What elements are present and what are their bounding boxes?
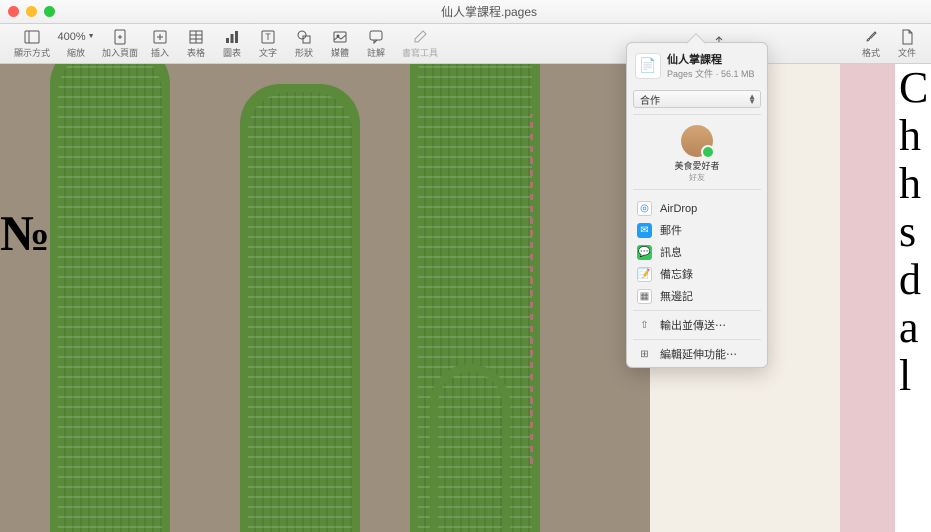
- comment-icon: [366, 29, 386, 45]
- zoom-value: 400%▼: [66, 29, 86, 45]
- draw-button[interactable]: 書寫工具: [396, 29, 444, 59]
- text-fragment: s: [899, 208, 928, 256]
- freeform-icon: ▦: [637, 289, 652, 304]
- text-fragment: a: [899, 304, 928, 352]
- share-file-meta: Pages 文件 · 56.1 MB: [667, 67, 755, 80]
- table-icon: [186, 29, 206, 45]
- dotted-guide: [530, 114, 533, 464]
- notes-icon: 📝: [637, 267, 652, 282]
- toolbar: 顯示方式 400%▼ 縮放 加入頁面 插入 表格 圖表 T 文字: [0, 24, 931, 64]
- brush-icon: [861, 29, 881, 45]
- document-thumbnail: 📄: [635, 53, 661, 79]
- titlebar: 仙人掌課程.pages: [0, 0, 931, 24]
- handwriting-mark: №: [0, 204, 50, 262]
- mail-option[interactable]: ✉ 郵件: [627, 219, 767, 241]
- add-page-icon: [110, 29, 130, 45]
- share-app-list: ◎ AirDrop ✉ 郵件 💬 訊息 📝 備忘錄 ▦ 無邊記 ⇧ 輸出並傳送⋯…: [627, 196, 767, 367]
- insert-button[interactable]: 插入: [144, 29, 176, 59]
- text-button[interactable]: T 文字: [252, 29, 284, 59]
- comment-button[interactable]: 註解: [360, 29, 392, 59]
- grid-icon: ⊞: [637, 347, 652, 362]
- document-canvas[interactable]: № C h h s d a l: [0, 64, 931, 532]
- messages-icon: 💬: [637, 245, 652, 260]
- text-fragment: h: [899, 160, 928, 208]
- chevron-updown-icon: ▲▼: [748, 94, 756, 104]
- notes-option[interactable]: 📝 備忘錄: [627, 263, 767, 285]
- airdrop-option[interactable]: ◎ AirDrop: [627, 198, 767, 219]
- format-button[interactable]: 格式: [855, 29, 887, 59]
- text-fragment: h: [899, 112, 928, 160]
- page-spread-left: №: [0, 64, 650, 532]
- insert-icon: [150, 29, 170, 45]
- pencil-icon: [410, 29, 430, 45]
- window-controls: [8, 6, 55, 17]
- collaborate-dropdown[interactable]: 合作 ▲▼: [633, 90, 761, 108]
- svg-text:T: T: [265, 32, 271, 42]
- minimize-window-button[interactable]: [26, 6, 37, 17]
- chart-button[interactable]: 圖表: [216, 29, 248, 59]
- shape-button[interactable]: 形狀: [288, 29, 320, 59]
- messages-badge-icon: [701, 145, 715, 159]
- sidebar-icon: [22, 29, 42, 45]
- suggested-contact[interactable]: 美食愛好者 好友: [627, 121, 767, 183]
- export-icon: ⇧: [637, 318, 652, 333]
- document-button[interactable]: 文件: [891, 29, 923, 59]
- text-fragment: C: [899, 64, 928, 112]
- text-fragment: l: [899, 352, 928, 400]
- share-file-title: 仙人掌課程: [667, 51, 755, 67]
- add-page-button[interactable]: 加入頁面: [96, 29, 144, 59]
- media-icon: [330, 29, 350, 45]
- text-fragment: d: [899, 256, 928, 304]
- messages-option[interactable]: 💬 訊息: [627, 241, 767, 263]
- window-title: 仙人掌課程.pages: [55, 3, 923, 20]
- close-window-button[interactable]: [8, 6, 19, 17]
- share-popover: 📄 仙人掌課程 Pages 文件 · 56.1 MB 合作 ▲▼ 美食愛好者 好…: [626, 42, 768, 368]
- chart-icon: [222, 29, 242, 45]
- view-mode-button[interactable]: 顯示方式: [8, 29, 56, 59]
- export-send-option[interactable]: ⇧ 輸出並傳送⋯: [627, 314, 767, 336]
- table-button[interactable]: 表格: [180, 29, 212, 59]
- contact-avatar: [681, 125, 713, 157]
- mail-icon: ✉: [637, 223, 652, 238]
- shape-icon: [294, 29, 314, 45]
- edit-extensions-option[interactable]: ⊞ 編輯延伸功能⋯: [627, 343, 767, 365]
- cactus-illustration: №: [0, 64, 650, 532]
- document-icon: [897, 29, 917, 45]
- text-icon: T: [258, 29, 278, 45]
- fullscreen-window-button[interactable]: [44, 6, 55, 17]
- zoom-button[interactable]: 400%▼ 縮放: [60, 29, 92, 59]
- airdrop-icon: ◎: [637, 201, 652, 216]
- media-button[interactable]: 媒體: [324, 29, 356, 59]
- freeform-option[interactable]: ▦ 無邊記: [627, 285, 767, 307]
